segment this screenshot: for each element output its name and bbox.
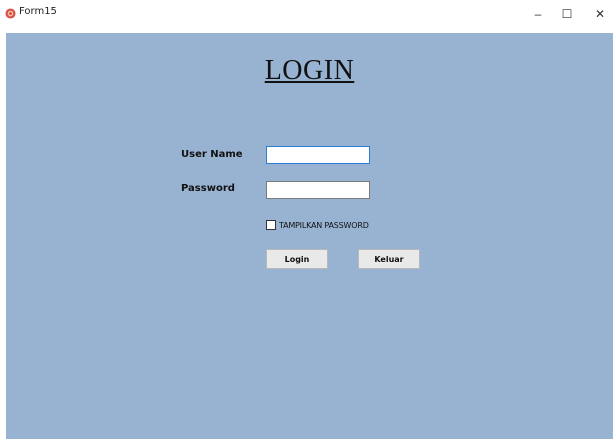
maximize-button[interactable]: ☐ — [552, 4, 582, 24]
close-icon: ✕ — [594, 7, 606, 21]
form-client-area: LOGIN User Name Password TAMPILKAN PASSW… — [6, 33, 613, 439]
close-button[interactable]: ✕ — [585, 4, 613, 24]
login-heading: LOGIN — [264, 55, 355, 86]
login-button[interactable]: Login — [266, 249, 328, 269]
show-password-label[interactable]: TAMPILKAN PASSWORD — [279, 221, 369, 230]
form15-window: Form15 – ☐ ✕ LOGIN User Name Password TA… — [0, 0, 613, 439]
password-label: Password — [181, 183, 235, 194]
title-bar[interactable]: Form15 – ☐ ✕ — [0, 0, 613, 33]
exit-button[interactable]: Keluar — [358, 249, 420, 269]
checkbox-box[interactable] — [266, 220, 276, 230]
app-icon — [5, 8, 16, 19]
username-label: User Name — [181, 149, 243, 160]
password-input[interactable] — [266, 181, 370, 199]
window-title: Form15 — [19, 6, 57, 17]
minimize-button[interactable]: – — [523, 4, 553, 24]
show-password-checkbox[interactable]: TAMPILKAN PASSWORD — [266, 220, 369, 230]
maximize-icon: ☐ — [561, 7, 573, 21]
minimize-icon: – — [534, 7, 542, 21]
username-input[interactable] — [266, 146, 370, 164]
